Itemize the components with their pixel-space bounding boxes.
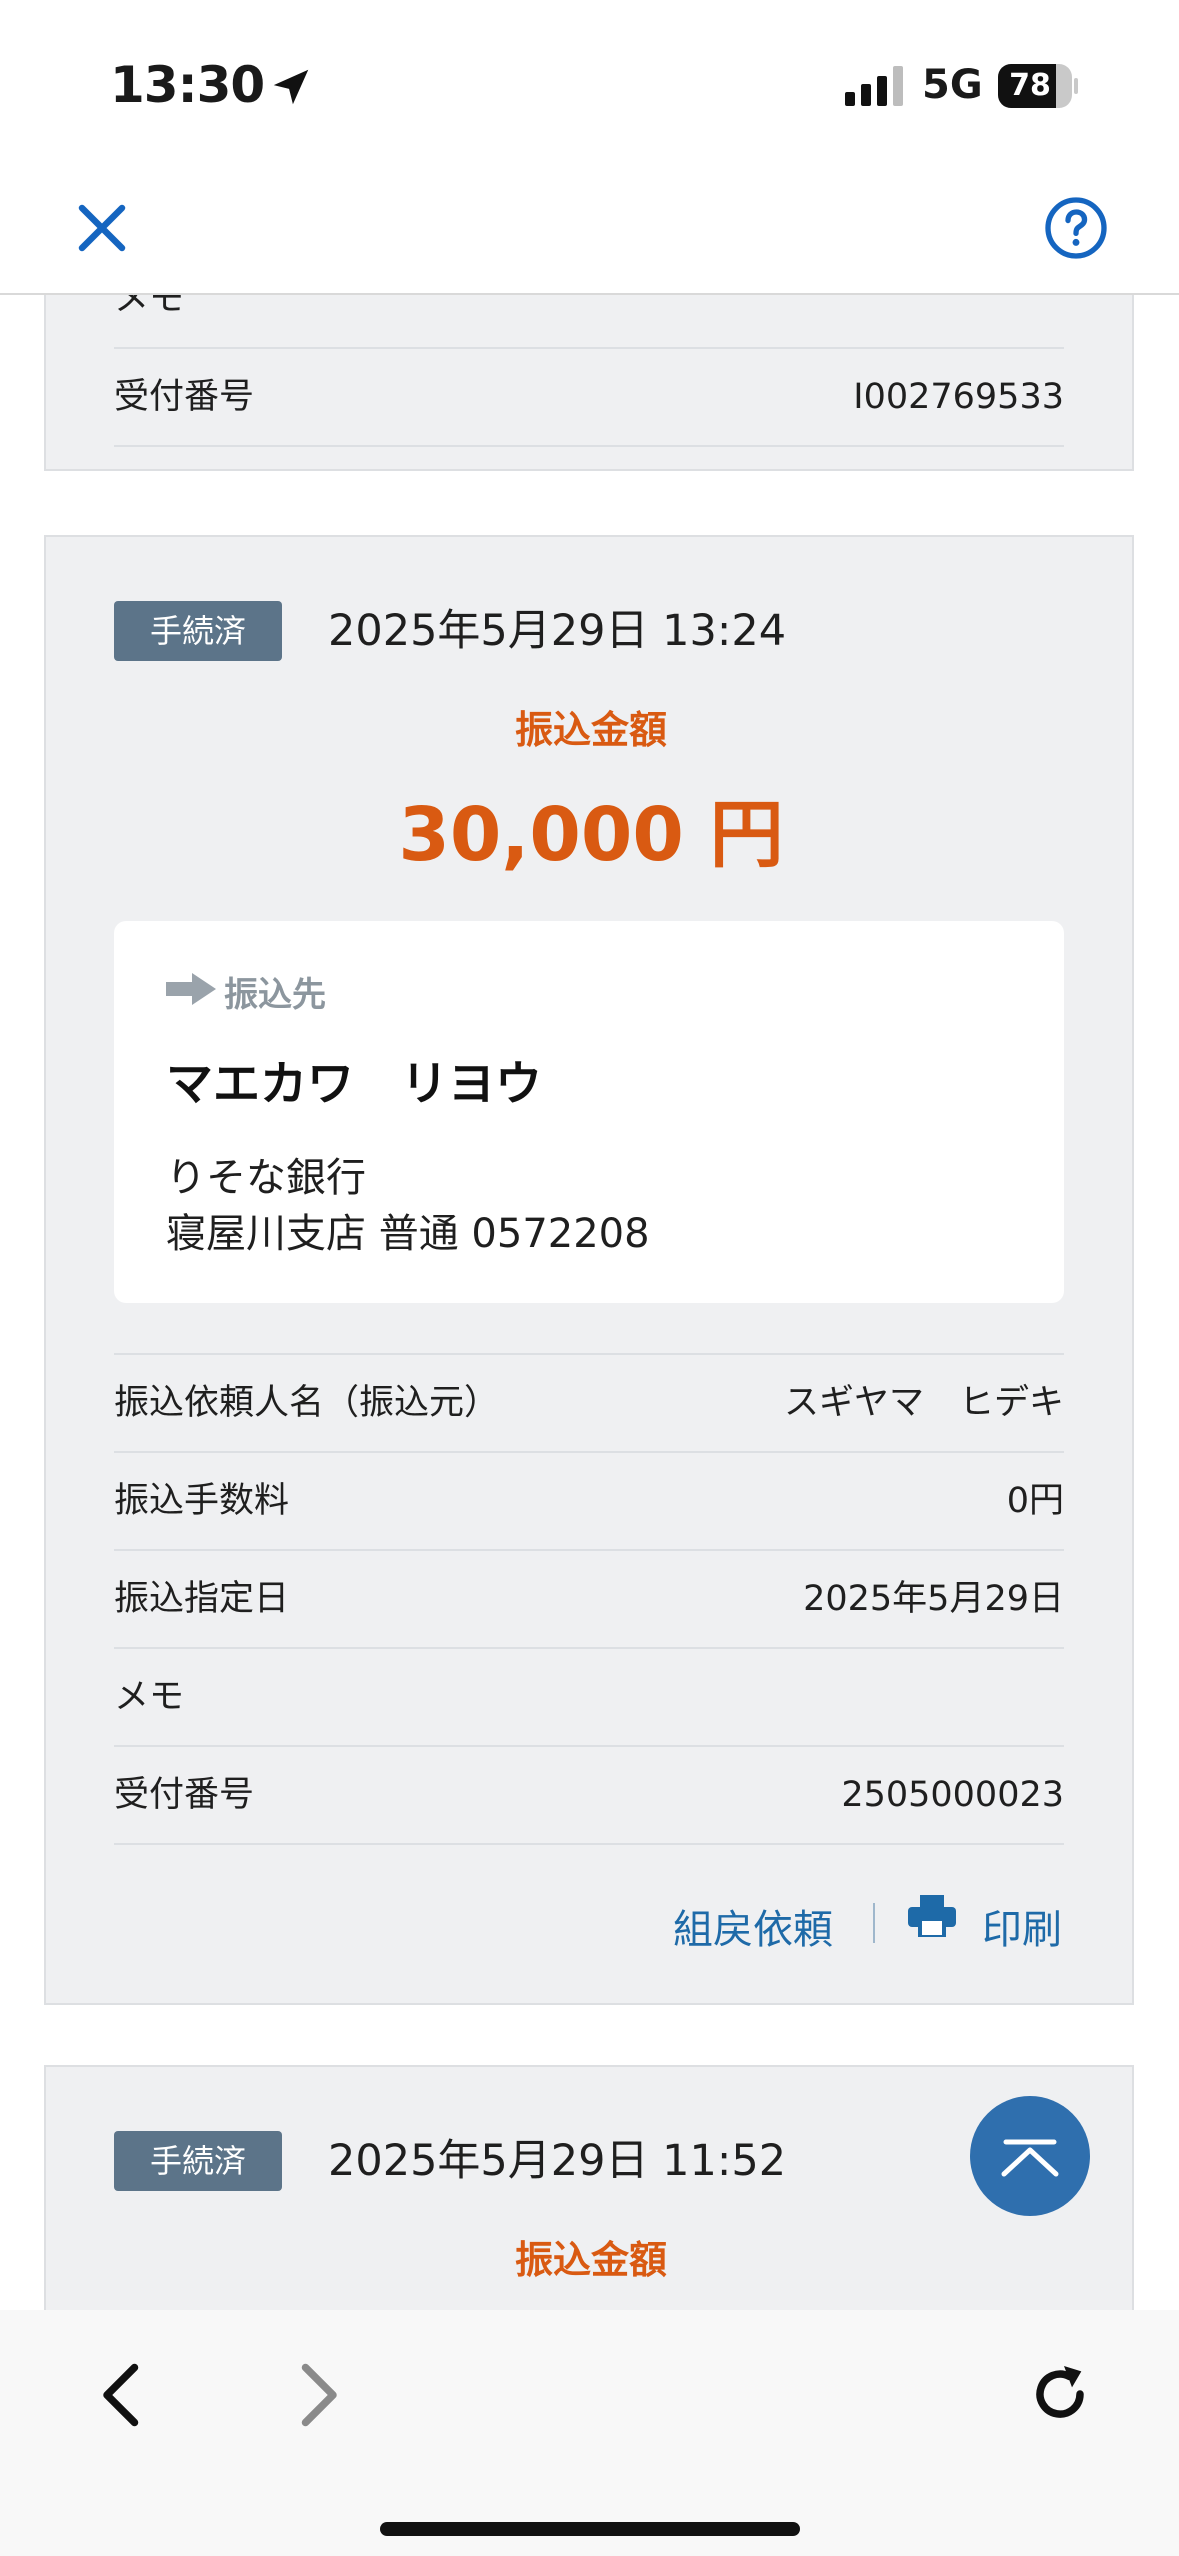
row-label: 受付番号 <box>114 1775 255 1815</box>
transfer-amount: 30,000 円 <box>398 792 784 878</box>
arrow-right-icon <box>166 973 216 1005</box>
scroll-to-top-button[interactable] <box>970 2096 1090 2216</box>
detail-row-sender: 振込依頼人名（振込元） スギヤマ ヒデキ <box>114 1353 1064 1451</box>
transfer-card: 手続済 2025年5月29日 13:24 振込金額 30,000 円 振込先 マ… <box>44 535 1134 2005</box>
home-indicator <box>380 2522 800 2536</box>
row-value: 2025年5月29日 <box>803 1579 1064 1619</box>
printer-icon[interactable] <box>908 1895 956 1937</box>
row-label: メモ <box>114 1677 185 1717</box>
destination-label: 振込先 <box>224 975 326 1015</box>
row-value: スギヤマ ヒデキ <box>783 1383 1064 1423</box>
transfer-card-previous: メモ 受付番号 I002769533 <box>44 295 1134 471</box>
transfer-datetime: 2025年5月29日 13:24 <box>328 606 787 656</box>
row-label: 振込依頼人名（振込元） <box>114 1383 500 1423</box>
chevron-left-icon[interactable] <box>92 2360 152 2430</box>
amount-label: 振込金額 <box>514 2238 667 2282</box>
status-badge: 手続済 <box>114 2131 282 2191</box>
app-header <box>0 170 1179 295</box>
payee-name: マエカワ リヨウ <box>166 1057 542 1112</box>
destination-box: 振込先 マエカワ リヨウ りそな銀行 寝屋川支店 普通 0572208 <box>114 921 1064 1303</box>
row-label: 受付番号 <box>114 377 255 417</box>
row-label: 振込指定日 <box>114 1579 290 1619</box>
battery-percent: 78 <box>1009 68 1051 103</box>
reassemble-request-link[interactable]: 組戻依頼 <box>673 1897 833 1955</box>
chevron-up-icon <box>1001 2139 1059 2177</box>
transfer-history-list[interactable]: メモ 受付番号 I002769533 手続済 2025年5月29日 13:24 … <box>0 295 1179 2310</box>
detail-row-memo: メモ <box>114 295 1064 347</box>
status-badge: 手続済 <box>114 601 282 661</box>
payee-bank: りそな銀行 <box>166 1155 366 1201</box>
link-divider <box>873 1903 875 1943</box>
amount-label: 振込金額 <box>514 708 667 752</box>
signal-bars-icon <box>845 66 903 106</box>
detail-row-receipt: 受付番号 I002769533 <box>114 347 1064 445</box>
detail-row-memo: メモ <box>114 1647 1064 1745</box>
row-label: メモ <box>114 295 185 319</box>
payee-account: 寝屋川支店 普通 0572208 <box>166 1211 650 1257</box>
close-icon[interactable] <box>72 198 132 258</box>
row-value: 2505000023 <box>841 1775 1064 1815</box>
reload-icon[interactable] <box>1028 2362 1092 2426</box>
row-label: 振込手数料 <box>114 1481 290 1521</box>
detail-row-date: 振込指定日 2025年5月29日 <box>114 1549 1064 1647</box>
help-circle-icon[interactable] <box>1044 196 1108 260</box>
print-link[interactable]: 印刷 <box>982 1897 1062 1955</box>
chevron-right-icon[interactable] <box>288 2360 348 2430</box>
status-time: 13:30 <box>110 56 265 114</box>
row-value: I002769533 <box>853 377 1064 417</box>
row-value: 0円 <box>1006 1481 1064 1521</box>
detail-row-fee: 振込手数料 0円 <box>114 1451 1064 1549</box>
detail-row-receipt: 受付番号 2505000023 <box>114 1745 1064 1843</box>
browser-toolbar <box>0 2310 1179 2556</box>
network-label: 5G <box>922 62 983 108</box>
location-arrow-icon <box>273 69 309 105</box>
status-bar: 13:30 5G 78 <box>0 0 1179 170</box>
battery-icon: 78 <box>998 64 1078 108</box>
transfer-datetime: 2025年5月29日 11:52 <box>328 2136 787 2186</box>
